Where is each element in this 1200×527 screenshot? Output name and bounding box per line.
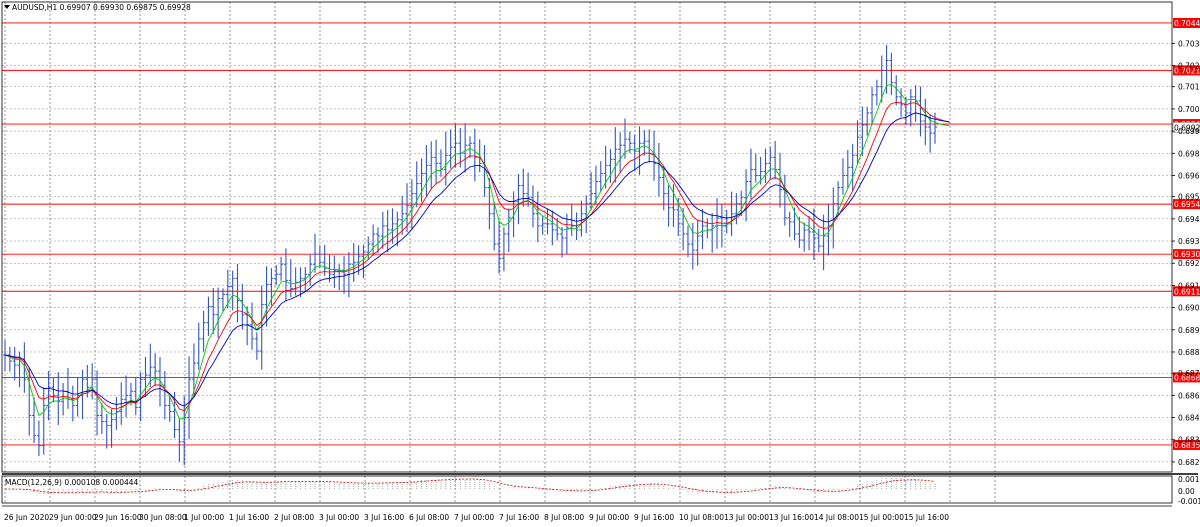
time-tick-label: 3 Jul 16:00 <box>364 513 404 522</box>
time-tick-label: 13 Jul 00:00 <box>724 513 769 522</box>
time-tick-label: 29 Jun 00:00 <box>49 513 97 522</box>
price-tick-label: 0.68710 <box>1178 369 1200 378</box>
price-tick-label: 0.70020 <box>1178 105 1200 114</box>
moving-average-line <box>4 101 950 412</box>
time-tick-label: 2 Jul 08:00 <box>274 513 314 522</box>
price-level-label: 0.70446 <box>1174 19 1200 28</box>
moving-average-line <box>4 84 950 420</box>
price-tick-label: 0.68925 <box>1178 326 1200 335</box>
time-tick-label: 9 Jul 16:00 <box>634 513 674 522</box>
time-tick-label: 26 Jun 2020 <box>4 513 49 522</box>
symbol-header-text: AUDUSD,H1 0.69907 0.69930 0.69875 0.6992… <box>12 3 191 12</box>
symbol-header: AUDUSD,H1 0.69907 0.69930 0.69875 0.6992… <box>4 3 191 12</box>
price-tick-label: 0.69690 <box>1178 171 1200 180</box>
price-tick-label: 0.69365 <box>1178 237 1200 246</box>
indicator-label: MACD(12,26,9) 0.000108 0.000444 <box>5 478 139 487</box>
price-tick-label: 0.68270 <box>1178 458 1200 467</box>
price-tick-label: 0.69910 <box>1178 127 1200 136</box>
price-tick-label: 0.68380 <box>1178 436 1200 445</box>
time-tick-label: 30 Jun 08:00 <box>139 513 187 522</box>
price-chart[interactable]: 0.704460.702110.699450.695480.693000.691… <box>0 0 1200 527</box>
time-tick-label: 1 Jul 16:00 <box>229 513 269 522</box>
price-tick-label: 0.70345 <box>1178 39 1200 48</box>
time-tick-label: 10 Jul 08:00 <box>679 513 724 522</box>
grid-lines <box>2 2 1172 503</box>
time-axis: 26 Jun 2020 29 Jun 00:0029 Jun 16:0030 Ju… <box>4 513 949 522</box>
price-tick-label: 0.70130 <box>1178 83 1200 92</box>
time-tick-label: 6 Jul 08:00 <box>409 513 449 522</box>
macd-tick-label: 0.00 <box>1178 487 1195 496</box>
horizontal-levels[interactable]: 0.704460.702110.699450.695480.693000.691… <box>2 17 1200 450</box>
macd-histogram <box>5 477 936 495</box>
price-tick-label: 0.69475 <box>1178 215 1200 224</box>
price-tick-label: 0.69585 <box>1178 193 1200 202</box>
time-tick-label: 8 Jul 08:00 <box>544 513 584 522</box>
time-tick-label: 7 Jul 16:00 <box>499 513 539 522</box>
price-tick-label: 0.69255 <box>1178 259 1200 268</box>
time-tick-label: 29 Jun 16:00 <box>94 513 142 522</box>
price-tick-label: 0.68815 <box>1178 348 1200 357</box>
macd-tick-label: -0.001478 <box>1178 497 1200 506</box>
price-tick-label: 0.69145 <box>1178 281 1200 290</box>
time-tick-label: 15 Jul 16:00 <box>904 513 949 522</box>
macd-signal-line <box>5 478 936 494</box>
price-bars <box>3 44 937 466</box>
time-tick-label: 3 Jul 00:00 <box>319 513 359 522</box>
time-tick-label: 15 Jul 00:00 <box>859 513 904 522</box>
price-tick-label: 0.69800 <box>1178 149 1200 158</box>
price-tick-label: 0.68600 <box>1178 391 1200 400</box>
macd-pane-border <box>1 475 1173 504</box>
time-tick-label: 14 Jul 08:00 <box>814 513 859 522</box>
price-level-label: 0.69300 <box>1174 250 1200 259</box>
price-tick-label: 0.68490 <box>1178 414 1200 423</box>
price-axis: 0.70345 0.70235 0.70130 0.70020 0.69910 0.698… <box>1172 39 1200 506</box>
price-tick-label: 0.69035 <box>1178 304 1200 313</box>
time-tick-label: 1 Jul 00:00 <box>184 513 224 522</box>
time-tick-label: 9 Jul 00:00 <box>589 513 629 522</box>
moving-averages <box>4 84 950 420</box>
time-tick-label: 13 Jul 16:00 <box>769 513 814 522</box>
time-tick-label: 7 Jul 00:00 <box>454 513 494 522</box>
price-tick-label: 0.70235 <box>1178 62 1200 71</box>
macd-tick-label: 0.001567 <box>1178 475 1200 484</box>
